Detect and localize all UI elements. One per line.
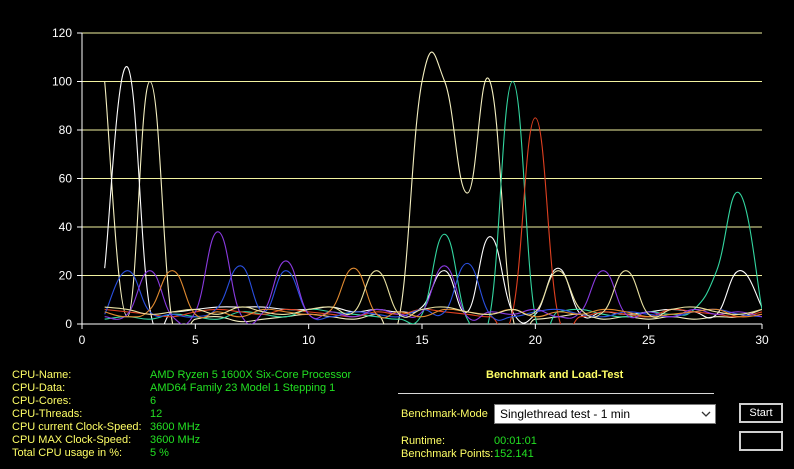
cpu-usage-value: 5 %: [150, 447, 169, 459]
cpu-max-clock-value: 3600 MHz: [150, 434, 201, 446]
cpu-cores-value: 6: [150, 395, 157, 407]
cpu-clock-label: CPU current Clock-Speed:: [12, 421, 142, 433]
x-tick-label: 15: [415, 333, 429, 347]
runtime-label: Runtime:: [401, 435, 446, 447]
cpu-max-clock-label: CPU MAX Clock-Speed:: [12, 434, 132, 446]
cpu-name-label: CPU-Name:: [12, 369, 72, 381]
x-tick-label: 30: [755, 333, 769, 347]
cpu-usage-chart: 0 20 40 60 80 100 120 0 5 10 15 20 25 30: [52, 26, 769, 347]
benchmark-mode-select[interactable]: Singlethread test - 1 min: [494, 404, 716, 424]
benchmark-divider: [398, 393, 714, 394]
x-tick-label: 25: [642, 333, 656, 347]
cpu-threads-label: CPU-Threads:: [12, 408, 83, 420]
benchmark-title: Benchmark and Load-Test: [486, 369, 624, 381]
x-tick-label: 5: [192, 333, 199, 347]
benchmark-points-label: Benchmark Points:: [401, 448, 494, 460]
y-tick-label: 80: [59, 123, 73, 137]
benchmark-mode-label: Benchmark-Mode: [401, 408, 488, 420]
x-tick-label: 20: [529, 333, 543, 347]
cpu-usage-label: Total CPU usage in %:: [12, 447, 123, 459]
series-line-4: [104, 117, 762, 324]
start-button[interactable]: Start: [739, 403, 783, 423]
x-tick-label: 0: [79, 333, 86, 347]
y-tick-label: 20: [59, 269, 73, 283]
cpu-data-label: CPU-Data:: [12, 382, 66, 394]
chevron-down-icon: [701, 411, 711, 417]
cpu-threads-value: 12: [150, 408, 163, 420]
series-line-3: [104, 80, 762, 324]
cpu-data-value: AMD64 Family 23 Model 1 Stepping 1: [150, 382, 336, 394]
x-tick-label: 10: [302, 333, 316, 347]
y-tick-label: 100: [52, 75, 72, 89]
y-tick-label: 120: [52, 26, 72, 40]
secondary-button[interactable]: [739, 431, 783, 451]
cpu-name-value: AMD Ryzen 5 1600X Six-Core Processor: [150, 369, 352, 381]
cpu-cores-label: CPU-Cores:: [12, 395, 72, 407]
benchmark-points-value: 152.141: [494, 448, 534, 460]
y-tick-label: 60: [59, 172, 73, 186]
cpu-clock-value: 3600 MHz: [150, 421, 201, 433]
runtime-value: 00:01:01: [494, 435, 537, 447]
benchmark-mode-value: Singlethread test - 1 min: [500, 407, 631, 421]
series-line-1: [104, 51, 762, 324]
y-tick-label: 0: [65, 317, 72, 331]
y-tick-label: 40: [59, 220, 73, 234]
series-line-2: [104, 66, 762, 324]
